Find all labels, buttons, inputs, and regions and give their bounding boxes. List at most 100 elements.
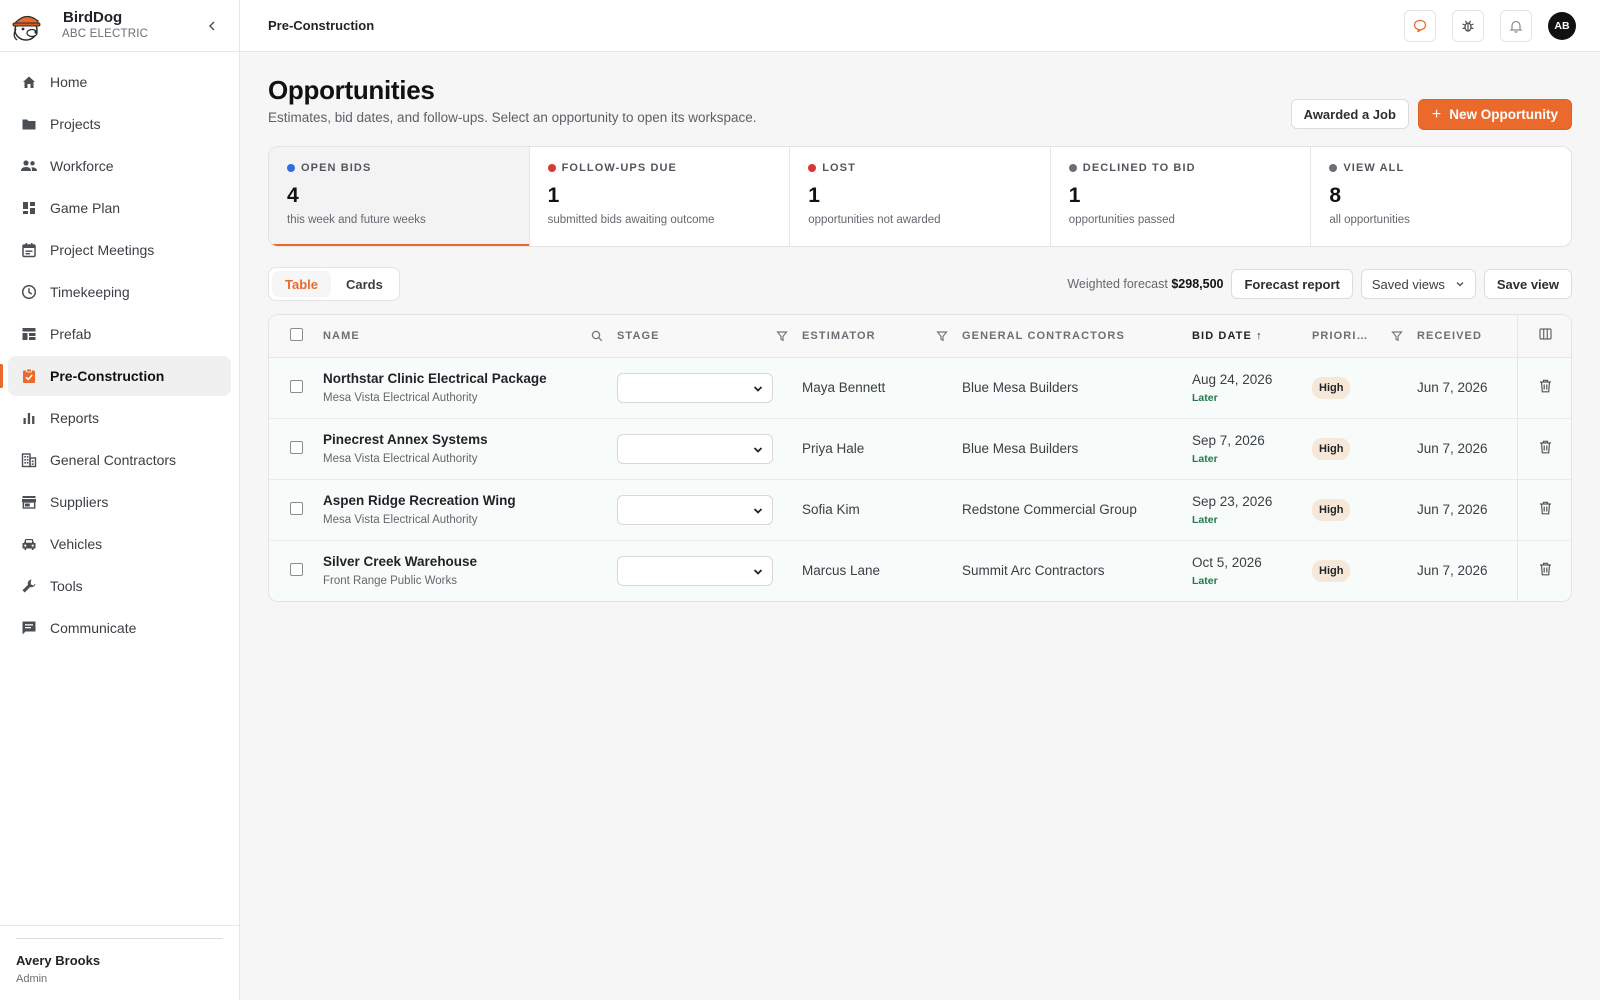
- stat-open-bids[interactable]: OPEN BIDS 4 this week and future weeks: [269, 147, 530, 246]
- sidebar-item-workforce[interactable]: Workforce: [8, 146, 231, 186]
- row-checkbox[interactable]: [289, 440, 303, 454]
- avatar[interactable]: AB: [1548, 12, 1576, 40]
- home-icon: [20, 73, 38, 91]
- sidebar-item-home[interactable]: Home: [8, 62, 231, 102]
- delete-button[interactable]: [1539, 379, 1552, 393]
- delete-button[interactable]: [1539, 501, 1552, 515]
- view-table-tab[interactable]: Table: [272, 271, 331, 297]
- filter-icon[interactable]: [936, 330, 948, 342]
- bar-chart-icon: [20, 409, 38, 427]
- sidebar-item-label: Suppliers: [50, 494, 109, 510]
- status-dot: [547, 164, 556, 172]
- column-header-estimator[interactable]: ESTIMATOR: [802, 330, 876, 342]
- sidebar-item-projects[interactable]: Projects: [8, 104, 231, 144]
- sidebar-item-tools[interactable]: Tools: [8, 566, 231, 606]
- clock-icon: [20, 283, 38, 301]
- sidebar-nav: Home Projects Workforce Game Plan Projec…: [0, 52, 239, 648]
- column-header-stage[interactable]: STAGE: [617, 330, 660, 342]
- chevron-down-icon: [753, 507, 763, 514]
- column-header-received[interactable]: RECEIVED: [1417, 330, 1482, 342]
- collapse-sidebar-button[interactable]: [203, 17, 221, 35]
- sidebar-item-timekeeping[interactable]: Timekeeping: [8, 272, 231, 312]
- stat-follow-ups-due[interactable]: FOLLOW-UPS DUE 1 submitted bids awaiting…: [530, 147, 791, 246]
- sidebar-item-game-plan[interactable]: Game Plan: [8, 188, 231, 228]
- stage-select[interactable]: [617, 372, 773, 403]
- sidebar-item-label: Pre-Construction: [50, 368, 165, 384]
- table-row[interactable]: Aspen Ridge Recreation Wing Mesa Vista El…: [269, 479, 1571, 540]
- column-header-name[interactable]: NAME: [323, 330, 360, 342]
- user-role: Admin: [16, 973, 48, 985]
- estimator: Marcus Lane: [802, 563, 881, 579]
- stat-description: all opportunities: [1329, 214, 1410, 226]
- saved-views-select[interactable]: Saved views: [1360, 269, 1476, 299]
- columns-icon: [1539, 328, 1552, 340]
- sidebar-item-pre-construction[interactable]: Pre-Construction: [0, 356, 231, 396]
- stat-view-all[interactable]: VIEW ALL 8 all opportunities: [1311, 147, 1571, 246]
- table-row[interactable]: Pinecrest Annex Systems Mesa Vista Electr…: [269, 418, 1571, 479]
- row-checkbox[interactable]: [289, 501, 303, 515]
- report-bug-button[interactable]: [1452, 10, 1484, 42]
- brand-header: BirdDog ABC ELECTRIC: [0, 0, 239, 52]
- filter-icon[interactable]: [776, 330, 788, 342]
- forecast-report-button[interactable]: Forecast report: [1231, 269, 1353, 299]
- sidebar-item-vehicles[interactable]: Vehicles: [8, 524, 231, 564]
- chat-icon: [20, 619, 38, 637]
- stat-declined-to-bid[interactable]: DECLINED TO BID 1 opportunities passed: [1051, 147, 1312, 246]
- general-contractor: Summit Arc Contractors: [962, 563, 1105, 579]
- table-toolbar: Table Cards Weighted forecast $298,500 F…: [268, 267, 1572, 301]
- sidebar-item-suppliers[interactable]: Suppliers: [8, 482, 231, 522]
- stage-select[interactable]: [617, 494, 773, 525]
- row-checkbox[interactable]: [289, 562, 303, 576]
- top-bar: Pre-Construction AB: [240, 0, 1600, 52]
- sidebar-item-general-contractors[interactable]: General Contractors: [8, 440, 231, 480]
- priority-badge: High: [1312, 437, 1351, 460]
- opportunity-owner: Mesa Vista Electrical Authority: [323, 514, 478, 526]
- table-row[interactable]: Silver Creek Warehouse Front Range Public…: [269, 540, 1571, 601]
- view-cards-tab[interactable]: Cards: [333, 271, 396, 297]
- bug-icon: [1462, 20, 1474, 32]
- sidebar-item-communicate[interactable]: Communicate: [8, 608, 231, 648]
- dashboard-icon: [20, 199, 38, 217]
- opportunity-name[interactable]: Pinecrest Annex Systems: [323, 432, 617, 447]
- bid-timing: Later: [1192, 391, 1218, 404]
- sidebar-item-project-meetings[interactable]: Project Meetings: [8, 230, 231, 270]
- stat-value: 1: [547, 184, 560, 207]
- notifications-button[interactable]: [1500, 10, 1532, 42]
- sidebar-item-reports[interactable]: Reports: [8, 398, 231, 438]
- awarded-job-button[interactable]: Awarded a Job: [1290, 99, 1409, 129]
- user-profile[interactable]: Avery Brooks Admin: [0, 925, 239, 1000]
- building-icon: [20, 451, 38, 469]
- main-content: Opportunities Estimates, bid dates, and …: [268, 52, 1572, 602]
- plus-icon: +: [1431, 105, 1442, 123]
- delete-button[interactable]: [1539, 562, 1552, 576]
- select-all-checkbox[interactable]: [289, 327, 303, 341]
- stage-select[interactable]: [617, 433, 773, 464]
- row-checkbox[interactable]: [289, 379, 303, 393]
- table-row[interactable]: Northstar Clinic Electrical Package Mesa …: [269, 357, 1571, 418]
- sidebar-item-prefab[interactable]: Prefab: [8, 314, 231, 354]
- chevron-down-icon: [753, 385, 763, 392]
- opportunity-name[interactable]: Silver Creek Warehouse: [323, 554, 617, 569]
- received-date: Jun 7, 2026: [1417, 502, 1488, 517]
- delete-button[interactable]: [1539, 440, 1552, 454]
- save-view-button[interactable]: Save view: [1483, 269, 1572, 299]
- filter-icon[interactable]: [1391, 330, 1403, 342]
- columns-settings-button[interactable]: [1539, 328, 1552, 343]
- search-icon[interactable]: [591, 330, 603, 342]
- general-contractor: Redstone Commercial Group: [962, 502, 1137, 517]
- opportunity-name[interactable]: Aspen Ridge Recreation Wing: [323, 493, 617, 508]
- stat-lost[interactable]: LOST 1 opportunities not awarded: [790, 147, 1051, 246]
- column-header-priority[interactable]: PRIORI…: [1312, 330, 1369, 342]
- sidebar-item-label: Reports: [50, 410, 100, 426]
- trash-icon: [1540, 501, 1552, 515]
- opportunity-name[interactable]: Northstar Clinic Electrical Package: [323, 371, 617, 386]
- column-header-bid-date[interactable]: BID DATE: [1192, 330, 1252, 342]
- opportunities-table: NAME STAGE ESTIMATOR GENERAL CONTRACTORS…: [268, 314, 1572, 602]
- column-header-general-contractors[interactable]: GENERAL CONTRACTORS: [962, 330, 1125, 342]
- priority-badge: High: [1312, 498, 1351, 521]
- estimator: Maya Bennett: [802, 380, 886, 395]
- messages-button[interactable]: [1404, 10, 1436, 42]
- estimator: Priya Hale: [802, 441, 865, 456]
- new-opportunity-button[interactable]: + New Opportunity: [1417, 99, 1572, 130]
- stage-select[interactable]: [617, 555, 773, 586]
